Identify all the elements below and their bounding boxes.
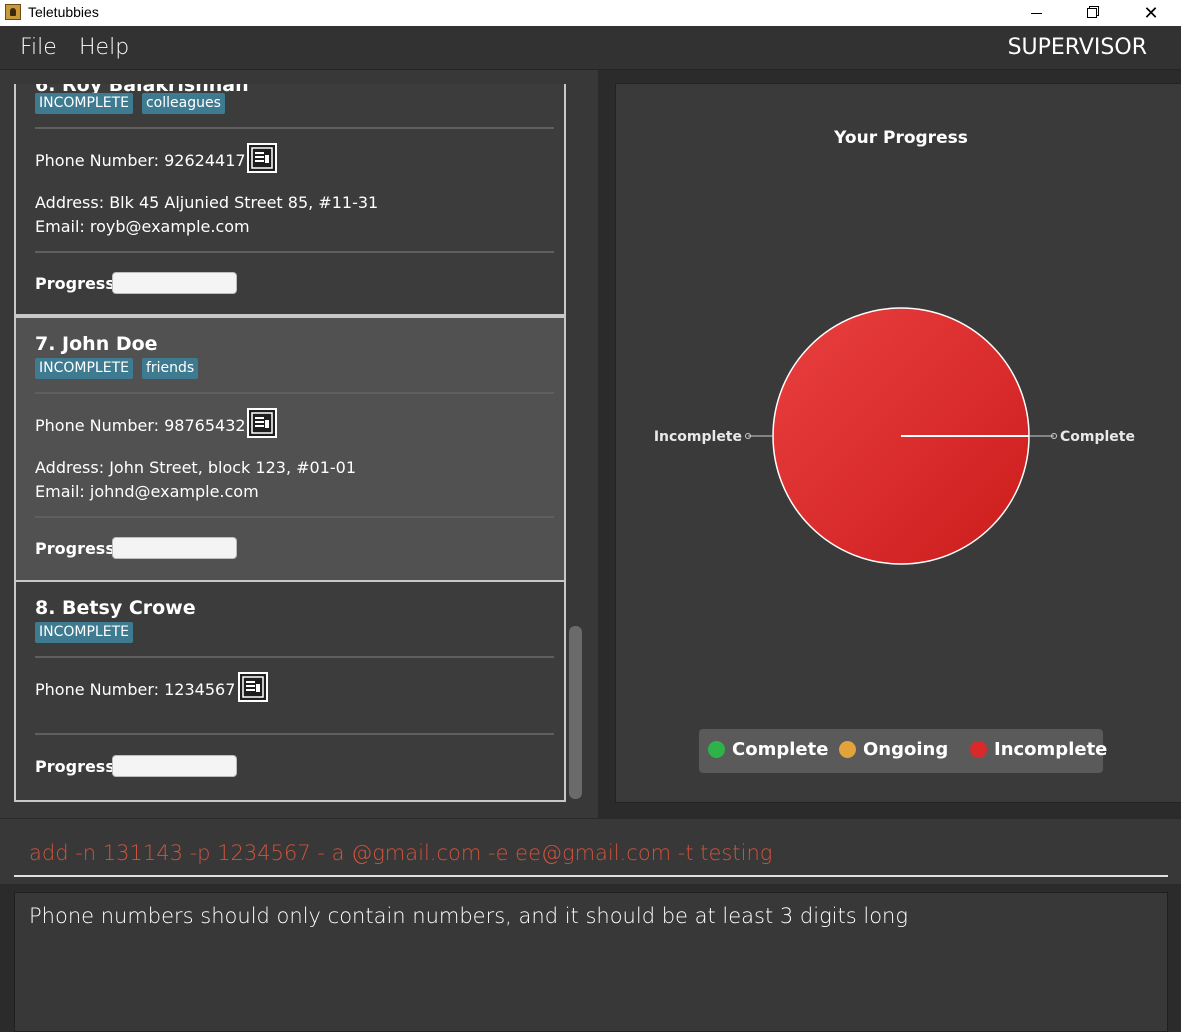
app-icon bbox=[5, 4, 21, 20]
legend-item-incomplete: Incomplete bbox=[970, 739, 1107, 760]
tag-list: INCOMPLETE bbox=[35, 622, 133, 643]
legend-dot-ongoing bbox=[839, 741, 856, 758]
role-label: SUPERVISOR bbox=[1007, 35, 1147, 60]
menu-help[interactable]: Help bbox=[79, 35, 129, 60]
person-card-selected[interactable]: 7. John Doe INCOMPLETE friends Phone Num… bbox=[14, 316, 566, 582]
legend-label-ongoing: Ongoing bbox=[863, 739, 949, 760]
separator bbox=[35, 733, 554, 735]
title-bar: Teletubbies ✕ bbox=[0, 0, 1181, 26]
legend-label-complete: Complete bbox=[732, 739, 829, 760]
person-list-pane: 6. Roy Balakrishnan INCOMPLETE colleague… bbox=[0, 70, 598, 818]
legend-item-ongoing: Ongoing bbox=[839, 739, 948, 760]
pie-chart: Incomplete Complete bbox=[654, 307, 1135, 565]
minimize-icon bbox=[1030, 12, 1042, 14]
legend-dot-complete bbox=[708, 741, 725, 758]
restore-icon-front bbox=[1087, 8, 1097, 18]
qr-icon bbox=[251, 412, 273, 434]
tag-status: INCOMPLETE bbox=[35, 358, 133, 379]
progress-bar bbox=[112, 272, 237, 294]
separator bbox=[35, 516, 554, 518]
copy-phone-button[interactable] bbox=[247, 143, 277, 173]
email: Email: royb@example.com bbox=[35, 217, 250, 236]
email: Email: johnd@example.com bbox=[35, 482, 259, 501]
tag-group: friends bbox=[141, 358, 199, 379]
progress-label: Progress: bbox=[35, 274, 122, 293]
tag-group: colleagues bbox=[141, 93, 225, 114]
separator bbox=[35, 656, 554, 658]
window-title: Teletubbies bbox=[28, 4, 99, 20]
tag-list: INCOMPLETE friends bbox=[35, 358, 199, 379]
progress-pane: Your Progress Incomplete Complete Complet… bbox=[602, 70, 1181, 818]
copy-phone-button[interactable] bbox=[238, 672, 268, 702]
tag-status: INCOMPLETE bbox=[35, 622, 133, 643]
minimize-button[interactable] bbox=[1013, 0, 1059, 26]
progress-label: Progress: bbox=[35, 757, 122, 776]
qr-icon bbox=[242, 676, 264, 698]
qr-icon bbox=[251, 147, 273, 169]
phone-number: Phone Number: 98765432 bbox=[35, 416, 246, 435]
phone-number: Phone Number: 1234567 bbox=[35, 680, 236, 699]
legend-item-complete: Complete bbox=[708, 739, 828, 760]
person-list[interactable]: 6. Roy Balakrishnan INCOMPLETE colleague… bbox=[14, 84, 568, 803]
maximize-button[interactable] bbox=[1070, 0, 1116, 26]
phone-number: Phone Number: 92624417 bbox=[35, 151, 246, 170]
close-icon: ✕ bbox=[1143, 2, 1159, 24]
progress-bar bbox=[112, 755, 237, 777]
copy-phone-button[interactable] bbox=[247, 408, 277, 438]
separator bbox=[35, 392, 554, 394]
person-name: 7. John Doe bbox=[35, 333, 158, 355]
person-name: 8. Betsy Crowe bbox=[35, 597, 196, 619]
result-area: Phone numbers should only contain number… bbox=[0, 884, 1181, 1032]
pie-label-complete: Complete bbox=[1060, 429, 1135, 445]
legend-dot-incomplete bbox=[970, 741, 987, 758]
tag-list: INCOMPLETE colleagues bbox=[35, 93, 225, 114]
address: Address: Blk 45 Aljunied Street 85, #11-… bbox=[35, 193, 379, 212]
progress-label: Progress: bbox=[35, 539, 122, 558]
separator bbox=[35, 127, 554, 129]
address: Address: John Street, block 123, #01-01 bbox=[35, 458, 357, 477]
progress-chart: Your Progress Incomplete Complete Complet… bbox=[615, 83, 1181, 803]
tag-status: INCOMPLETE bbox=[35, 93, 133, 114]
menu-bar: File Help SUPERVISOR bbox=[0, 26, 1181, 70]
pie-label-incomplete: Incomplete bbox=[654, 429, 742, 445]
progress-bar bbox=[112, 537, 237, 559]
list-scrollbar[interactable] bbox=[569, 626, 582, 799]
result-message: Phone numbers should only contain number… bbox=[29, 904, 908, 928]
person-card[interactable]: 8. Betsy Crowe INCOMPLETE Phone Number: … bbox=[14, 582, 566, 802]
close-button[interactable]: ✕ bbox=[1128, 0, 1174, 26]
command-area: add -n 131143 -p 1234567 - a @gmail.com … bbox=[0, 818, 1181, 884]
chart-legend: Complete Ongoing Incomplete bbox=[699, 729, 1107, 773]
command-input[interactable]: add -n 131143 -p 1234567 - a @gmail.com … bbox=[14, 829, 1168, 877]
separator bbox=[35, 251, 554, 253]
legend-label-incomplete: Incomplete bbox=[994, 739, 1108, 760]
person-card[interactable]: 6. Roy Balakrishnan INCOMPLETE colleague… bbox=[14, 84, 566, 316]
menu-file[interactable]: File bbox=[20, 35, 57, 60]
result-display: Phone numbers should only contain number… bbox=[14, 892, 1168, 1032]
main-area: 6. Roy Balakrishnan INCOMPLETE colleague… bbox=[0, 70, 1181, 818]
